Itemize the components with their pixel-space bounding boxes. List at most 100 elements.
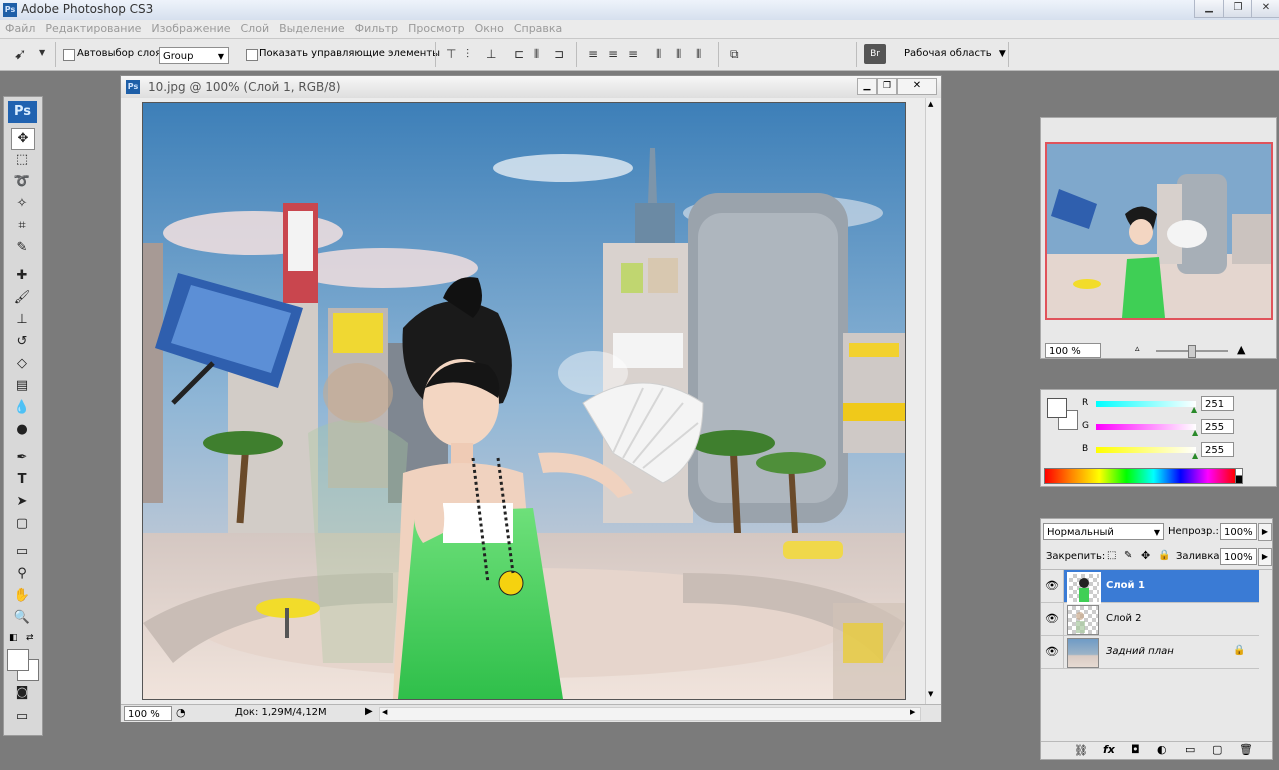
channel-g-value[interactable]: 255 — [1201, 419, 1234, 434]
crop-tool-icon[interactable]: ⌗ — [11, 216, 33, 236]
add-mask-icon[interactable]: ◘ — [1131, 743, 1140, 756]
menu-filter[interactable]: Фильтр — [350, 20, 404, 38]
path-selection-tool-icon[interactable]: ➤ — [11, 492, 33, 512]
zoom-tool-icon[interactable]: 🔍 — [11, 608, 33, 628]
menu-image[interactable]: Изображение — [146, 20, 235, 38]
move-tool-preset-icon[interactable]: ➹ — [14, 45, 27, 63]
layer-row[interactable]: 👁 Слой 2 — [1041, 603, 1259, 636]
menu-view[interactable]: Просмотр — [403, 20, 469, 38]
gradient-tool-icon[interactable]: ▤ — [11, 376, 33, 396]
foreground-color-swatch[interactable] — [7, 649, 29, 671]
marquee-tool-icon[interactable]: ⬚ — [11, 150, 33, 170]
quick-mask-icon[interactable]: ◙ — [11, 683, 33, 703]
visibility-eye-icon[interactable]: 👁 — [1041, 636, 1064, 668]
shape-tool-icon[interactable]: ▢ — [11, 514, 33, 534]
lasso-tool-icon[interactable]: ➰ — [11, 172, 33, 192]
type-tool-icon[interactable]: T — [11, 470, 33, 490]
distribute-bottom-icon[interactable]: ≡ — [628, 47, 638, 61]
delete-layer-icon[interactable]: 🗑 — [1239, 743, 1253, 756]
history-brush-tool-icon[interactable]: ↺ — [11, 332, 33, 352]
distribute-vcenter-icon[interactable]: ≡ — [608, 47, 618, 61]
status-menu-arrow-icon[interactable]: ▶ — [365, 706, 373, 717]
zoom-out-icon[interactable]: ▵ — [1135, 344, 1140, 354]
brush-tool-icon[interactable]: 🖌 — [11, 288, 33, 308]
menu-layer[interactable]: Слой — [236, 20, 275, 38]
new-group-icon[interactable]: ▭ — [1185, 743, 1195, 756]
doc-restore-button[interactable]: ❐ — [877, 78, 897, 95]
pen-tool-icon[interactable]: ✒ — [11, 448, 33, 468]
restore-button[interactable]: ❐ — [1223, 0, 1253, 18]
scroll-down-icon[interactable]: ▼ — [928, 690, 933, 698]
close-button[interactable]: ✕ — [1251, 0, 1279, 18]
distribute-right-icon[interactable]: ⦀ — [696, 47, 701, 62]
auto-align-icon[interactable]: ⧉ — [730, 47, 739, 62]
default-colors-icon[interactable]: ◧ — [9, 633, 18, 643]
menu-window[interactable]: Окно — [470, 20, 509, 38]
fill-field[interactable]: 100% — [1220, 548, 1257, 565]
lock-transparency-icon[interactable]: ⬚ — [1107, 550, 1116, 561]
menu-help[interactable]: Справка — [509, 20, 567, 38]
swap-colors-icon[interactable]: ⇄ — [26, 633, 34, 643]
visibility-eye-icon[interactable]: 👁 — [1041, 603, 1064, 635]
channel-r-value[interactable]: 251 — [1201, 396, 1234, 411]
doc-minimize-button[interactable]: ▁ — [857, 78, 877, 95]
new-layer-icon[interactable]: ▢ — [1212, 743, 1222, 756]
opacity-arrow-icon[interactable]: ▶ — [1258, 523, 1272, 541]
align-hcenter-icon[interactable]: ⫴ — [534, 47, 539, 62]
minimize-button[interactable]: ▁ — [1194, 0, 1224, 18]
menu-edit[interactable]: Редактирование — [40, 20, 146, 38]
layer-style-fx-icon[interactable]: fx — [1103, 743, 1115, 756]
chevron-down-icon[interactable]: ▼ — [39, 48, 45, 57]
lock-position-icon[interactable]: ✥ — [1141, 549, 1150, 562]
clone-stamp-tool-icon[interactable]: ⊥ — [11, 310, 33, 330]
distribute-top-icon[interactable]: ≡ — [588, 47, 598, 61]
navigator-zoom-field[interactable]: 100 % — [1045, 343, 1101, 358]
link-layers-icon[interactable]: ⛓ — [1074, 744, 1088, 757]
blend-mode-dropdown[interactable]: Нормальный ▼ — [1043, 523, 1164, 540]
image-canvas[interactable] — [142, 102, 906, 700]
channel-g-slider[interactable] — [1096, 424, 1196, 430]
navigator-preview[interactable] — [1045, 142, 1273, 320]
align-left-icon[interactable]: ⊏ — [514, 47, 524, 61]
menu-file[interactable]: Файл — [0, 20, 40, 38]
eraser-tool-icon[interactable]: ◇ — [11, 354, 33, 374]
auto-select-checkbox[interactable] — [63, 49, 75, 61]
channel-r-slider[interactable] — [1096, 401, 1196, 407]
dodge-tool-icon[interactable]: ● — [11, 420, 33, 440]
blur-tool-icon[interactable]: 💧 — [11, 398, 33, 418]
zoom-in-icon[interactable]: ▲ — [1237, 343, 1245, 356]
channel-b-value[interactable]: 255 — [1201, 442, 1234, 457]
hand-tool-icon[interactable]: ✋ — [11, 586, 33, 606]
color-spectrum[interactable] — [1044, 468, 1236, 484]
horizontal-scrollbar[interactable]: ◀ ▶ — [379, 707, 921, 721]
navigator-slider-thumb[interactable] — [1188, 345, 1196, 358]
slider-thumb-icon[interactable]: ▲ — [1191, 405, 1197, 414]
channel-b-slider[interactable] — [1096, 447, 1196, 453]
opacity-field[interactable]: 100% — [1220, 523, 1257, 540]
healing-brush-tool-icon[interactable]: ✚ — [11, 266, 33, 286]
document-zoom-field[interactable]: 100 % — [124, 706, 172, 721]
show-controls-checkbox[interactable] — [246, 49, 258, 61]
lock-image-icon[interactable]: ✎ — [1124, 550, 1132, 561]
lock-all-icon[interactable]: 🔒 — [1158, 550, 1170, 561]
visibility-eye-icon[interactable]: 👁 — [1041, 570, 1064, 602]
align-vcenter-icon[interactable]: ⫶ — [466, 47, 469, 62]
align-right-icon[interactable]: ⊐ — [554, 47, 564, 61]
scroll-up-icon[interactable]: ▲ — [928, 100, 933, 108]
workspace-button[interactable]: Рабочая область ▼ — [904, 48, 1006, 59]
distribute-hcenter-icon[interactable]: ⦀ — [676, 47, 681, 62]
move-tool-icon[interactable]: ✥ — [11, 128, 35, 150]
slice-tool-icon[interactable]: ✎ — [11, 238, 33, 258]
screen-mode-icon[interactable]: ▭ — [11, 707, 33, 727]
scroll-left-icon[interactable]: ◀ — [382, 708, 387, 716]
layer-row[interactable]: 👁 Задний план 🔒 — [1041, 636, 1259, 669]
adjustment-layer-icon[interactable]: ◐ — [1157, 743, 1167, 756]
align-bottom-icon[interactable]: ⊥ — [486, 47, 496, 61]
slider-thumb-icon[interactable]: ▲ — [1192, 428, 1198, 437]
vertical-scrollbar[interactable]: ▲ ▼ — [925, 98, 940, 704]
color-foreground-swatch[interactable] — [1047, 398, 1067, 418]
magic-wand-tool-icon[interactable]: ✧ — [11, 194, 33, 214]
bridge-icon[interactable]: Br — [864, 44, 886, 64]
eyedropper-tool-icon[interactable]: ⚲ — [11, 564, 33, 584]
scroll-right-icon[interactable]: ▶ — [910, 708, 915, 716]
